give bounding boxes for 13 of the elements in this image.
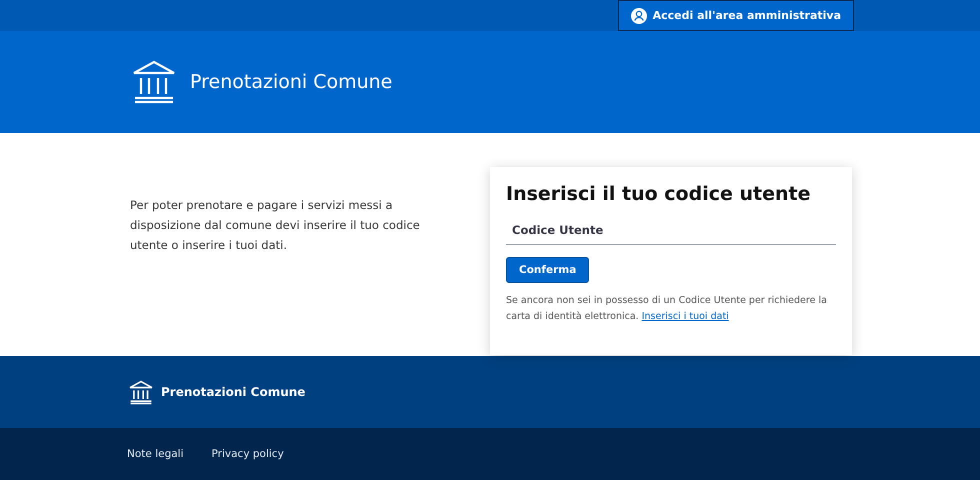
footer-title: Prenotazioni Comune — [161, 385, 306, 399]
intro-text: Per poter prenotare e pagare i servizi messi a disposizione dal comune devi inserire il tuo codice utente o inserire i tuoi dati. — [130, 197, 421, 254]
user-icon — [630, 8, 647, 24]
admin-login-button[interactable]: Accedi all'area amministrativa — [618, 0, 854, 31]
card-title: Inserisci il tuo codice utente — [506, 183, 812, 205]
note-text: Se ancora non sei in possesso di un Codice Utente per richiedere la carta di identità elettronica. Inserisci i tuoi dati — [506, 294, 828, 324]
site-title: Prenotazioni Comune — [190, 71, 392, 93]
enter-data-link[interactable]: Inserisci i tuoi dati — [642, 311, 729, 322]
building-icon — [129, 380, 153, 404]
confirm-button[interactable]: Conferma — [506, 257, 590, 283]
footer-link[interactable]: Note legali — [127, 448, 184, 460]
building-icon — [132, 60, 176, 104]
footer-link[interactable]: Privacy policy — [212, 448, 284, 460]
